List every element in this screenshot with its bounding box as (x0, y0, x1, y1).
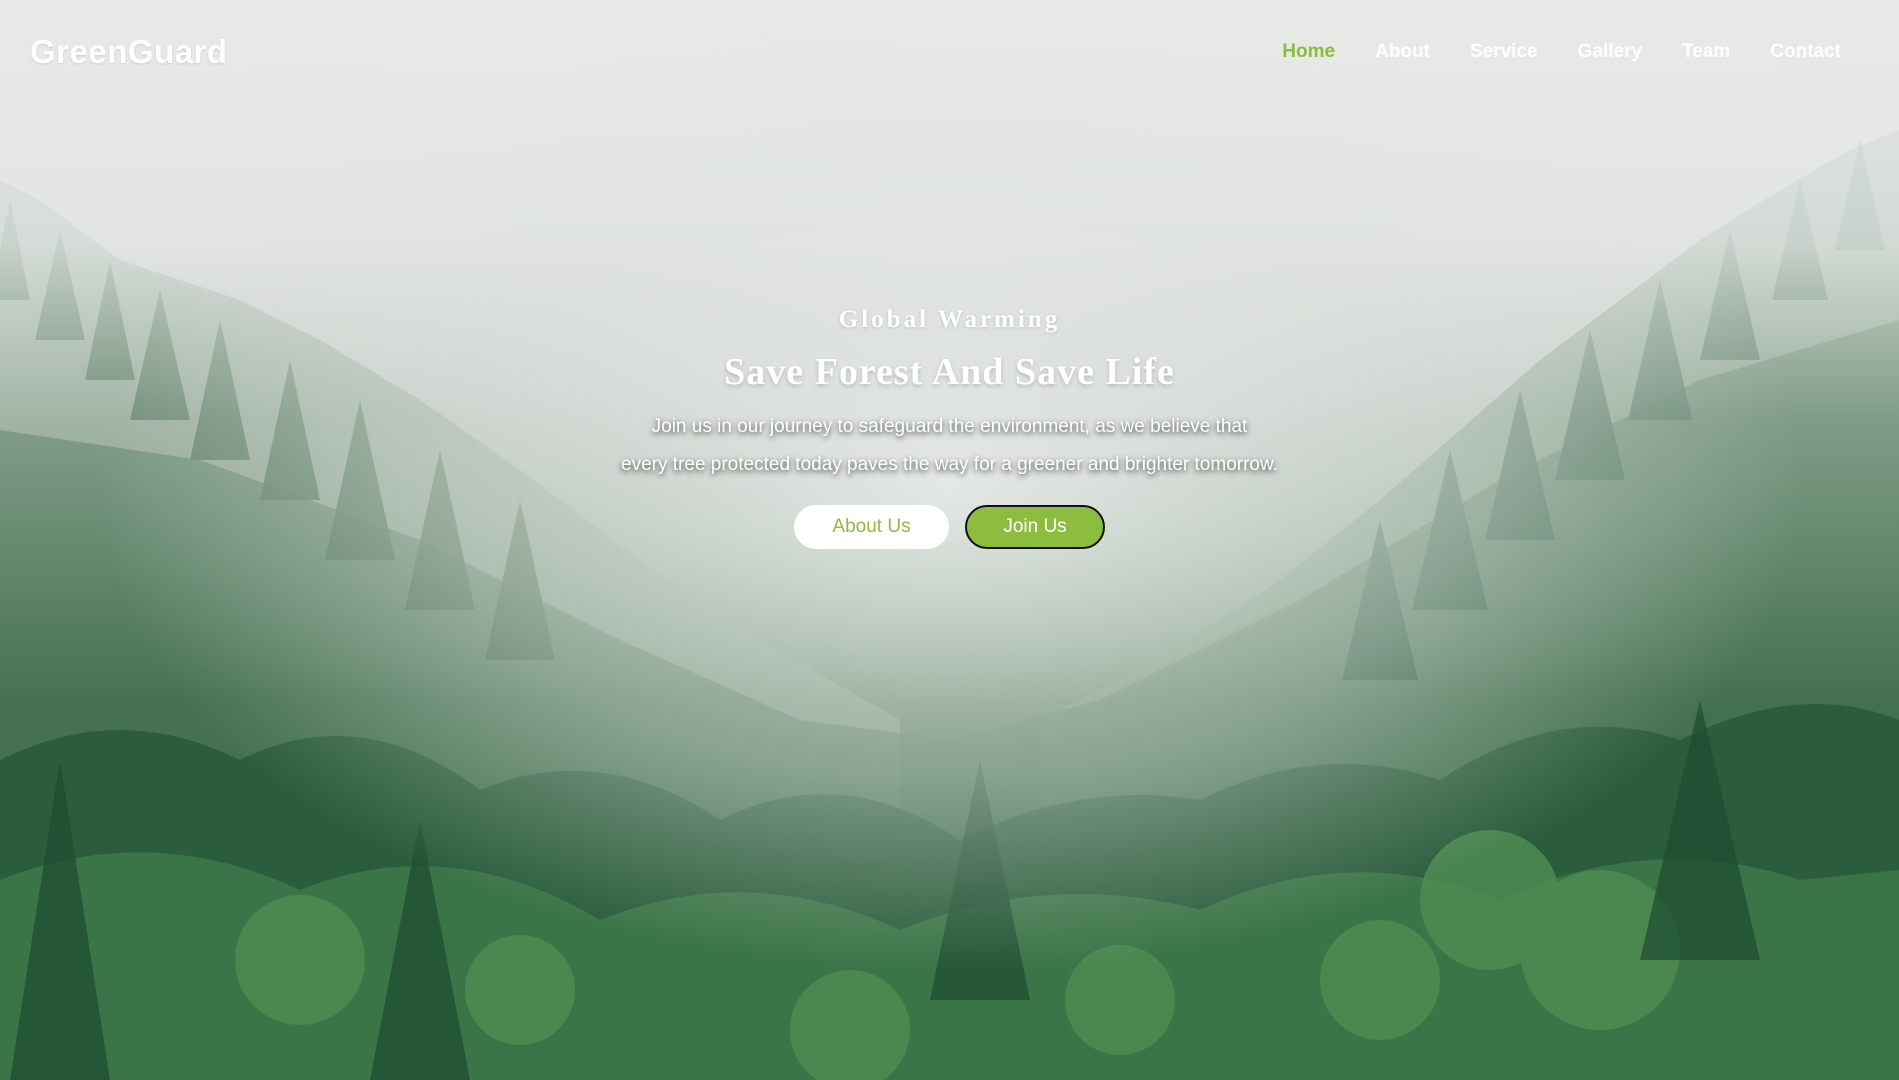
nav-menu: Home About Service Gallery Team Contact (1242, 41, 1841, 63)
nav-link-service[interactable]: Service (1470, 41, 1538, 62)
nav-link-team[interactable]: Team (1682, 41, 1730, 62)
hero-buttons: About Us Join Us (0, 505, 1899, 549)
nav-item-gallery: Gallery (1578, 41, 1642, 63)
nav-item-home: Home (1282, 41, 1335, 63)
nav-item-about: About (1375, 41, 1430, 63)
brand-logo[interactable]: GreenGuard (30, 33, 228, 71)
hero-description-line-1: Join us in our journey to safeguard the … (651, 416, 1248, 437)
hero-description-line-2: every tree protected today paves the way… (621, 454, 1278, 475)
about-us-button[interactable]: About Us (794, 505, 949, 549)
nav-link-home[interactable]: Home (1282, 41, 1335, 62)
nav-item-contact: Contact (1770, 41, 1841, 63)
nav-link-contact[interactable]: Contact (1770, 41, 1841, 62)
nav-link-about[interactable]: About (1375, 41, 1430, 62)
join-us-button[interactable]: Join Us (965, 505, 1105, 549)
navbar: GreenGuard Home About Service Gallery Te… (0, 0, 1899, 108)
hero-eyebrow: Global Warming (838, 306, 1061, 333)
hero-title: Save Forest And Save Life (724, 351, 1175, 393)
nav-item-team: Team (1682, 41, 1730, 63)
hero-description: Join us in our journey to safeguard the … (590, 408, 1310, 484)
hero-section: Global Warming Save Forest And Save Life… (0, 304, 1899, 549)
nav-link-gallery[interactable]: Gallery (1578, 41, 1642, 62)
nav-item-service: Service (1470, 41, 1538, 63)
